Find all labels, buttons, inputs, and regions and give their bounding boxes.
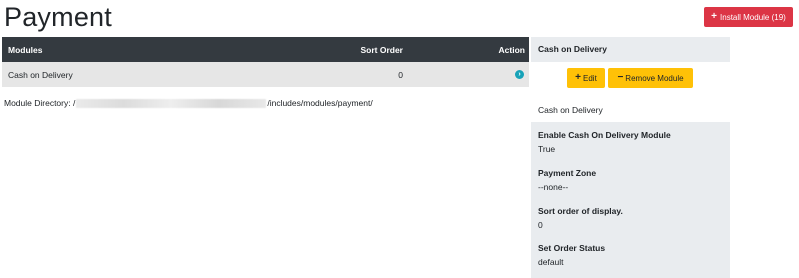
table-row[interactable]: Cash on Delivery 0 › [2,62,529,87]
setting-label: Payment Zone [538,168,597,178]
column-header-action: Action [498,45,525,55]
module-name-cell: Cash on Delivery [8,70,73,80]
setting-label: Enable Cash On Delivery Module [538,130,671,140]
redacted-path [76,99,267,109]
setting-payment-zone: Payment Zone --none-- [538,168,596,192]
page-title: Payment [4,2,112,32]
setting-value: default [538,257,564,267]
table-header: Modules Sort Order Action [2,37,529,62]
panel-heading: Cash on Delivery [531,37,730,62]
remove-module-label: Remove Module [625,73,684,83]
module-directory: Module Directory: / /includes/modules/pay… [4,98,373,109]
install-module-label: Install Module (19) [720,12,786,22]
column-header-modules: Modules [8,45,43,55]
remove-module-button[interactable]: − Remove Module [608,68,693,88]
setting-value: 0 [538,220,543,230]
setting-label: Sort order of display. [538,206,623,216]
column-header-sort-order: Sort Order [360,45,403,55]
module-title: Cash on Delivery [538,105,603,115]
setting-value: --none-- [538,182,569,192]
setting-label: Set Order Status [538,243,606,253]
module-directory-prefix: Module Directory: / [4,98,76,108]
module-info-panel: Cash on Delivery + Edit − Remove Module … [531,37,730,278]
chevron-right-circle-icon[interactable]: › [515,70,524,79]
edit-button[interactable]: + Edit [567,68,605,88]
edit-label: Edit [583,73,597,83]
module-directory-suffix: /includes/modules/payment/ [267,98,373,108]
setting-sort-order: Sort order of display. 0 [538,206,623,230]
setting-order-status: Set Order Status default [538,243,605,267]
minus-icon: − [617,72,624,83]
setting-value: True [538,144,556,154]
install-module-button[interactable]: + Install Module (19) [704,7,793,27]
plus-icon: + [711,11,718,22]
sort-order-cell: 0 [398,70,403,80]
setting-enable: Enable Cash On Delivery Module True [538,130,671,154]
modules-table: Modules Sort Order Action Cash on Delive… [2,37,529,87]
plus-icon: + [575,72,582,83]
settings-list: Enable Cash On Delivery Module True Paym… [531,122,730,278]
